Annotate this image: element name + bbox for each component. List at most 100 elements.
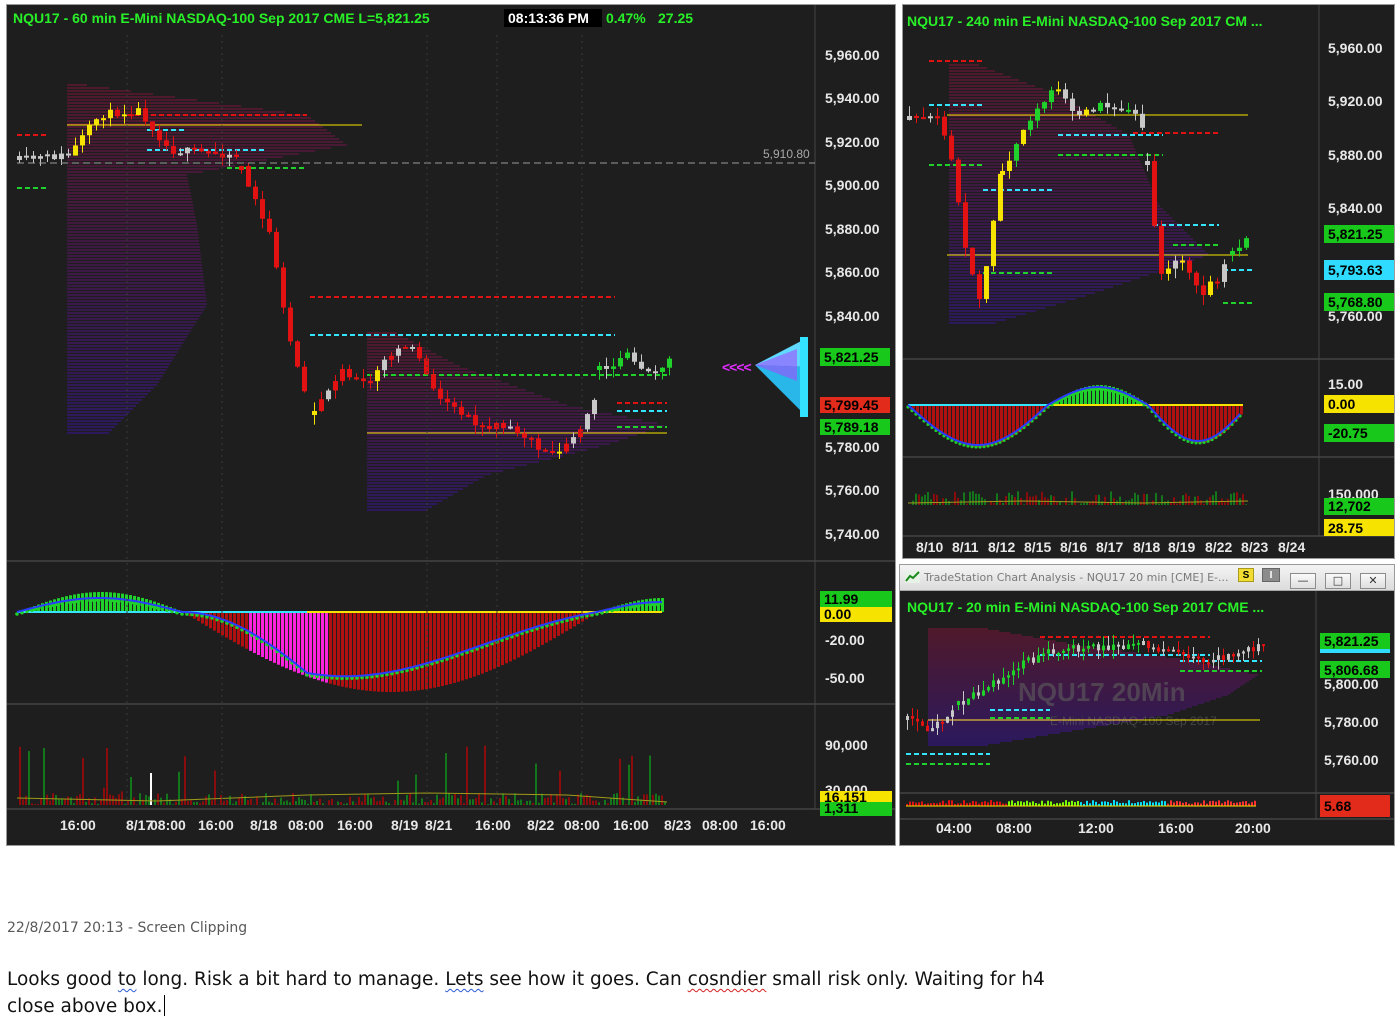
candle-body bbox=[340, 368, 345, 382]
histogram-bar bbox=[1176, 405, 1179, 435]
histogram-bar bbox=[317, 612, 320, 681]
volume-bar bbox=[511, 803, 513, 805]
candle-body bbox=[1056, 89, 1061, 92]
volume-bar bbox=[1245, 504, 1247, 505]
histogram-bar bbox=[1212, 800, 1214, 806]
histogram-bar bbox=[1224, 801, 1226, 806]
histogram-bar bbox=[313, 612, 316, 679]
volume-bar bbox=[67, 796, 69, 805]
close-button[interactable]: ✕ bbox=[1360, 573, 1386, 589]
candle-body bbox=[1127, 644, 1130, 649]
candle-body bbox=[1172, 649, 1175, 652]
volume-bar bbox=[211, 800, 213, 805]
chart-window-60min[interactable]: 5,910.80 NQU17 - 60 min E-Mini NASDAQ-10… bbox=[6, 4, 896, 846]
candle-body bbox=[1177, 649, 1180, 653]
time-axis-label: 16:00 bbox=[337, 817, 373, 833]
candle-body bbox=[234, 154, 239, 157]
volume-bar bbox=[397, 780, 399, 805]
histogram-bar bbox=[1194, 802, 1196, 806]
candle-body bbox=[1242, 651, 1245, 654]
volume-bar bbox=[349, 796, 351, 805]
histogram-bar bbox=[113, 592, 116, 612]
candle-body bbox=[977, 692, 980, 696]
candle-body bbox=[543, 449, 548, 452]
histogram-bar bbox=[1176, 801, 1178, 806]
candle-body bbox=[185, 147, 190, 154]
histogram-bar bbox=[477, 612, 480, 676]
volume-bar bbox=[544, 798, 546, 805]
candle-body bbox=[1152, 647, 1155, 650]
maximize-button[interactable]: □ bbox=[1325, 573, 1351, 589]
candle-body bbox=[529, 437, 534, 440]
histogram-bar bbox=[1092, 800, 1094, 806]
candle-body bbox=[1180, 260, 1185, 263]
chart-title: NQU17 - 60 min E-Mini NASDAQ-100 Sep 201… bbox=[13, 10, 430, 26]
candle-body bbox=[936, 721, 939, 729]
volume-bar bbox=[1203, 503, 1205, 505]
histogram-bar bbox=[976, 405, 979, 447]
chart-240min-canvas[interactable]: NQU17 - 240 min E-Mini NASDAQ-100 Sep 20… bbox=[903, 5, 1395, 559]
candle-body bbox=[1112, 644, 1115, 650]
volume-bar bbox=[340, 802, 342, 805]
candle-body bbox=[1119, 108, 1124, 111]
volume-bar bbox=[238, 797, 240, 805]
histogram-bar bbox=[329, 612, 332, 684]
price-tag: 5,789.18 bbox=[824, 419, 879, 435]
histogram-bar bbox=[449, 612, 452, 685]
volume-bar bbox=[331, 798, 333, 805]
histogram-bar bbox=[952, 405, 955, 441]
price-axis-label: 5,780.00 bbox=[825, 439, 880, 455]
minimize-button[interactable]: — bbox=[1290, 573, 1316, 589]
histogram-bar bbox=[948, 405, 951, 438]
chart-window-240min[interactable]: NQU17 - 240 min E-Mini NASDAQ-100 Sep 20… bbox=[902, 4, 1395, 559]
histogram-bar bbox=[441, 612, 444, 686]
chart-window-20min[interactable]: NQU17 20Min E-Mini NASDAQ-100 Sep 2017 N… bbox=[899, 564, 1395, 846]
histogram-bar bbox=[117, 593, 120, 612]
time-axis-label: 8/24 bbox=[1278, 539, 1305, 555]
volume-bar bbox=[226, 800, 228, 805]
volume-bar bbox=[106, 747, 108, 805]
volume-bar bbox=[1194, 496, 1196, 505]
volume-bar bbox=[1023, 504, 1025, 505]
volume-bar bbox=[118, 794, 120, 805]
candle-body bbox=[1257, 644, 1260, 652]
histogram-bar bbox=[1074, 802, 1076, 806]
volume-bar bbox=[28, 751, 30, 805]
candle-body bbox=[1262, 644, 1265, 647]
histogram-bar bbox=[920, 405, 923, 417]
volume-bar bbox=[460, 795, 462, 805]
indicator-badge[interactable]: I bbox=[1262, 568, 1280, 582]
volume-bar bbox=[352, 801, 354, 805]
volume-bar bbox=[436, 794, 438, 805]
histogram-bar bbox=[469, 612, 472, 678]
candle-body bbox=[931, 728, 934, 732]
candle-body bbox=[1087, 645, 1090, 649]
candle-body bbox=[59, 153, 64, 160]
volume-bar bbox=[631, 755, 633, 805]
candle-body bbox=[239, 166, 244, 170]
histogram-bar bbox=[1050, 801, 1052, 806]
strategy-badge[interactable]: S bbox=[1238, 568, 1254, 582]
candle-body bbox=[87, 124, 92, 136]
window-titlebar[interactable]: TradeStation Chart Analysis - NQU17 20 m… bbox=[900, 565, 1394, 591]
time-axis-label: 8/22 bbox=[1205, 539, 1232, 555]
note-body[interactable]: Looks good to long. Risk a bit hard to m… bbox=[7, 966, 1087, 1020]
candle-body bbox=[288, 307, 293, 342]
candle-body bbox=[660, 367, 665, 373]
volume-bar bbox=[598, 802, 600, 805]
candle-body bbox=[1201, 285, 1206, 295]
volume-bar bbox=[550, 794, 552, 805]
candle-body bbox=[150, 121, 155, 131]
chart-20min-canvas[interactable]: NQU17 20Min E-Mini NASDAQ-100 Sep 2017 N… bbox=[900, 565, 1395, 846]
histogram-bar bbox=[1011, 800, 1013, 806]
histogram-bar bbox=[1000, 405, 1003, 442]
histogram-bar bbox=[912, 801, 914, 806]
time-axis-label: 8/19 bbox=[1168, 539, 1195, 555]
candle-body bbox=[956, 159, 961, 203]
chart-60min-canvas[interactable]: 5,910.80 NQU17 - 60 min E-Mini NASDAQ-10… bbox=[7, 5, 896, 846]
histogram-bar bbox=[265, 612, 268, 660]
volume-bar bbox=[82, 757, 84, 805]
histogram-bar bbox=[1216, 405, 1219, 438]
volume-bar bbox=[316, 800, 318, 805]
volume-bar bbox=[403, 800, 405, 805]
